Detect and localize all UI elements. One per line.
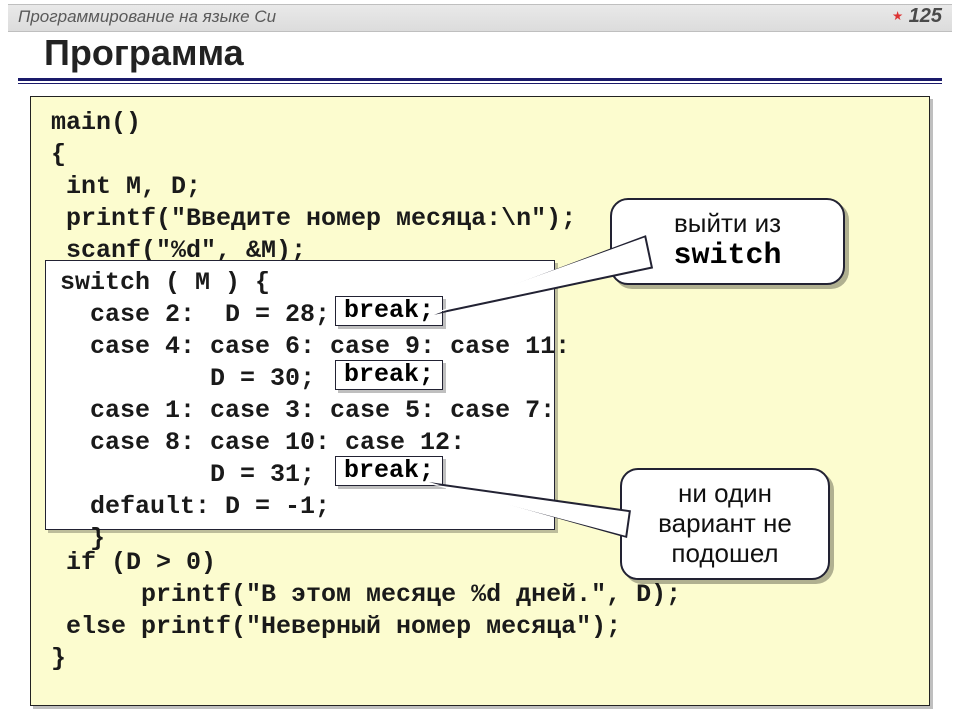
callout-1-line2: switch <box>628 239 827 273</box>
title-rule <box>18 78 942 84</box>
subject-label: Программирование на языке Си <box>18 7 276 27</box>
slide: Программирование на языке Си 125 Програм… <box>0 0 960 720</box>
page-title: Программа <box>44 32 244 74</box>
callout-default: ни один вариант не подошел <box>620 468 830 580</box>
break-badge-1: break; <box>335 296 443 326</box>
code-bottom: if (D > 0) printf("В этом месяце %d дней… <box>51 547 681 675</box>
top-bar: Программирование на языке Си 125 <box>8 4 952 32</box>
callout-2-line1: ни один <box>638 478 812 508</box>
callout-2-line2: вариант не <box>638 508 812 538</box>
callout-1-line1: выйти из <box>628 208 827 239</box>
star-icon <box>893 11 903 21</box>
code-top: main() { int M, D; printf("Введите номер… <box>51 107 576 267</box>
break-badge-2: break; <box>335 360 443 390</box>
page-number-value: 125 <box>909 5 942 27</box>
page-number: 125 <box>893 5 942 28</box>
callout-2-line3: подошел <box>638 538 812 568</box>
break-badge-3: break; <box>335 456 443 486</box>
